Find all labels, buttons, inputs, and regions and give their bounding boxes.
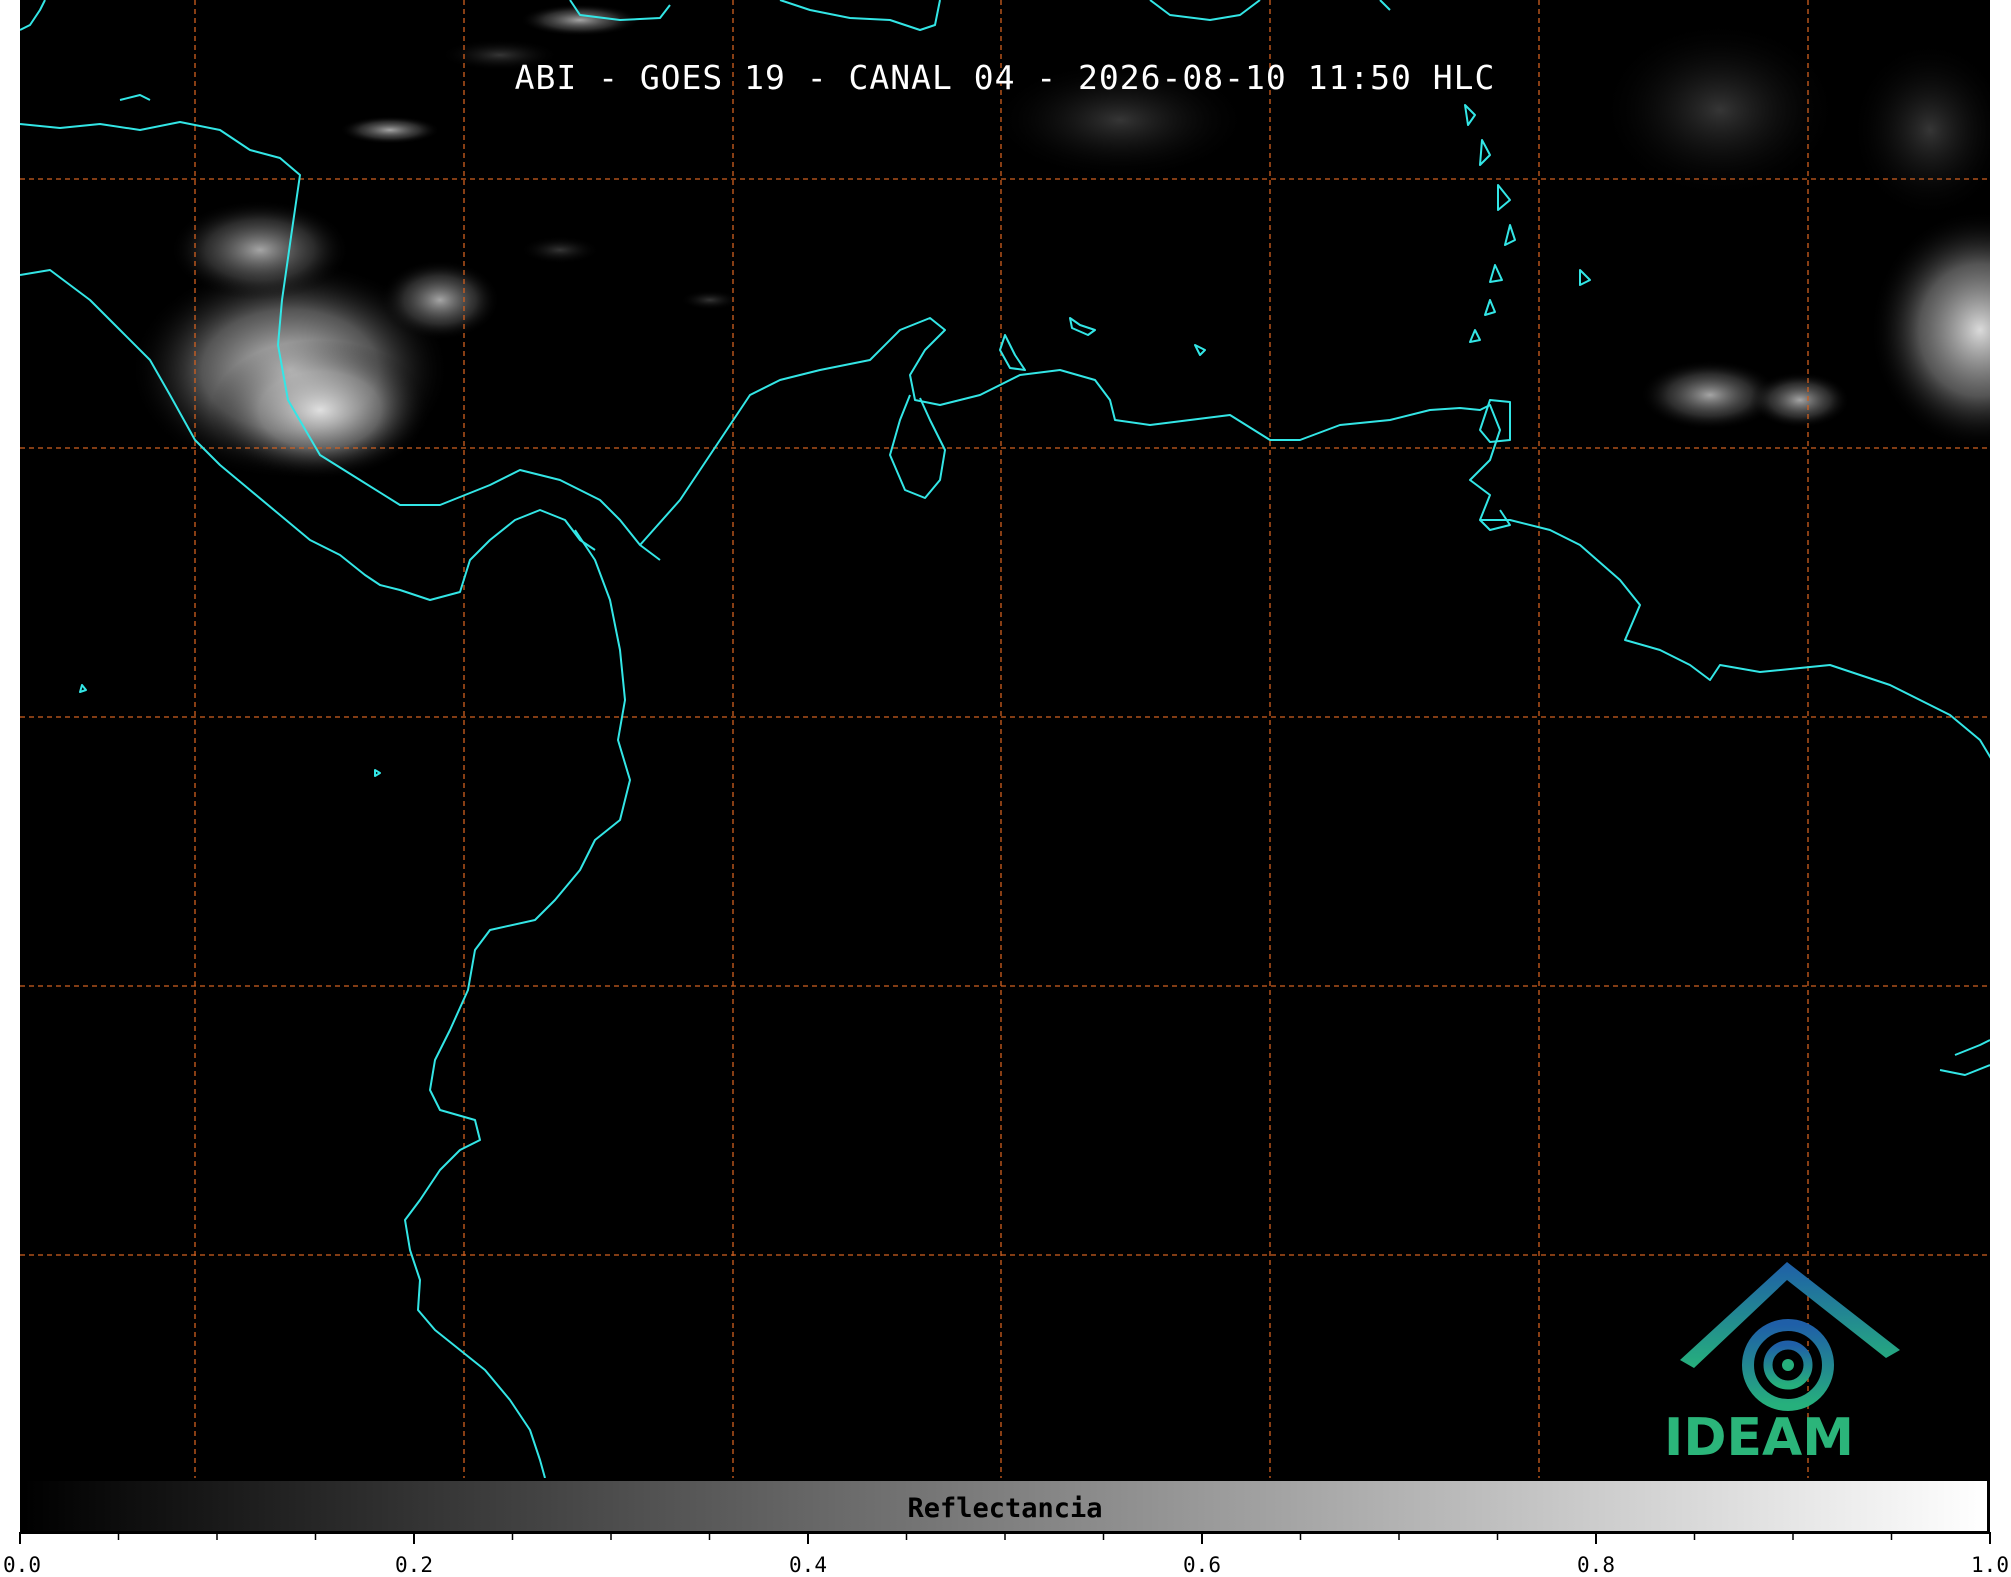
colorbar: Reflectancia: [20, 1478, 1990, 1534]
colorbar-tick-label: 0.2: [395, 1553, 433, 1577]
colorbar-tick-label: 0.4: [789, 1553, 827, 1577]
colorbar-tick-label: 1.0: [1971, 1553, 2009, 1577]
colorbar-label: Reflectancia: [907, 1493, 1103, 1524]
colorbar-ticks: [19, 1532, 1991, 1544]
colorbar-tick-label: 0.8: [1577, 1553, 1615, 1577]
ideam-logo-text: IDEAM: [1664, 1408, 1855, 1468]
satellite-map: ABI - GOES 19 - CANAL 04 - 2026-08-10 11…: [20, 0, 1990, 1478]
colorbar-tick-label: 0.6: [1183, 1553, 1221, 1577]
map-title: ABI - GOES 19 - CANAL 04 - 2026-08-10 11…: [514, 58, 1496, 97]
colorbar-tick-label: 0.0: [3, 1553, 41, 1577]
